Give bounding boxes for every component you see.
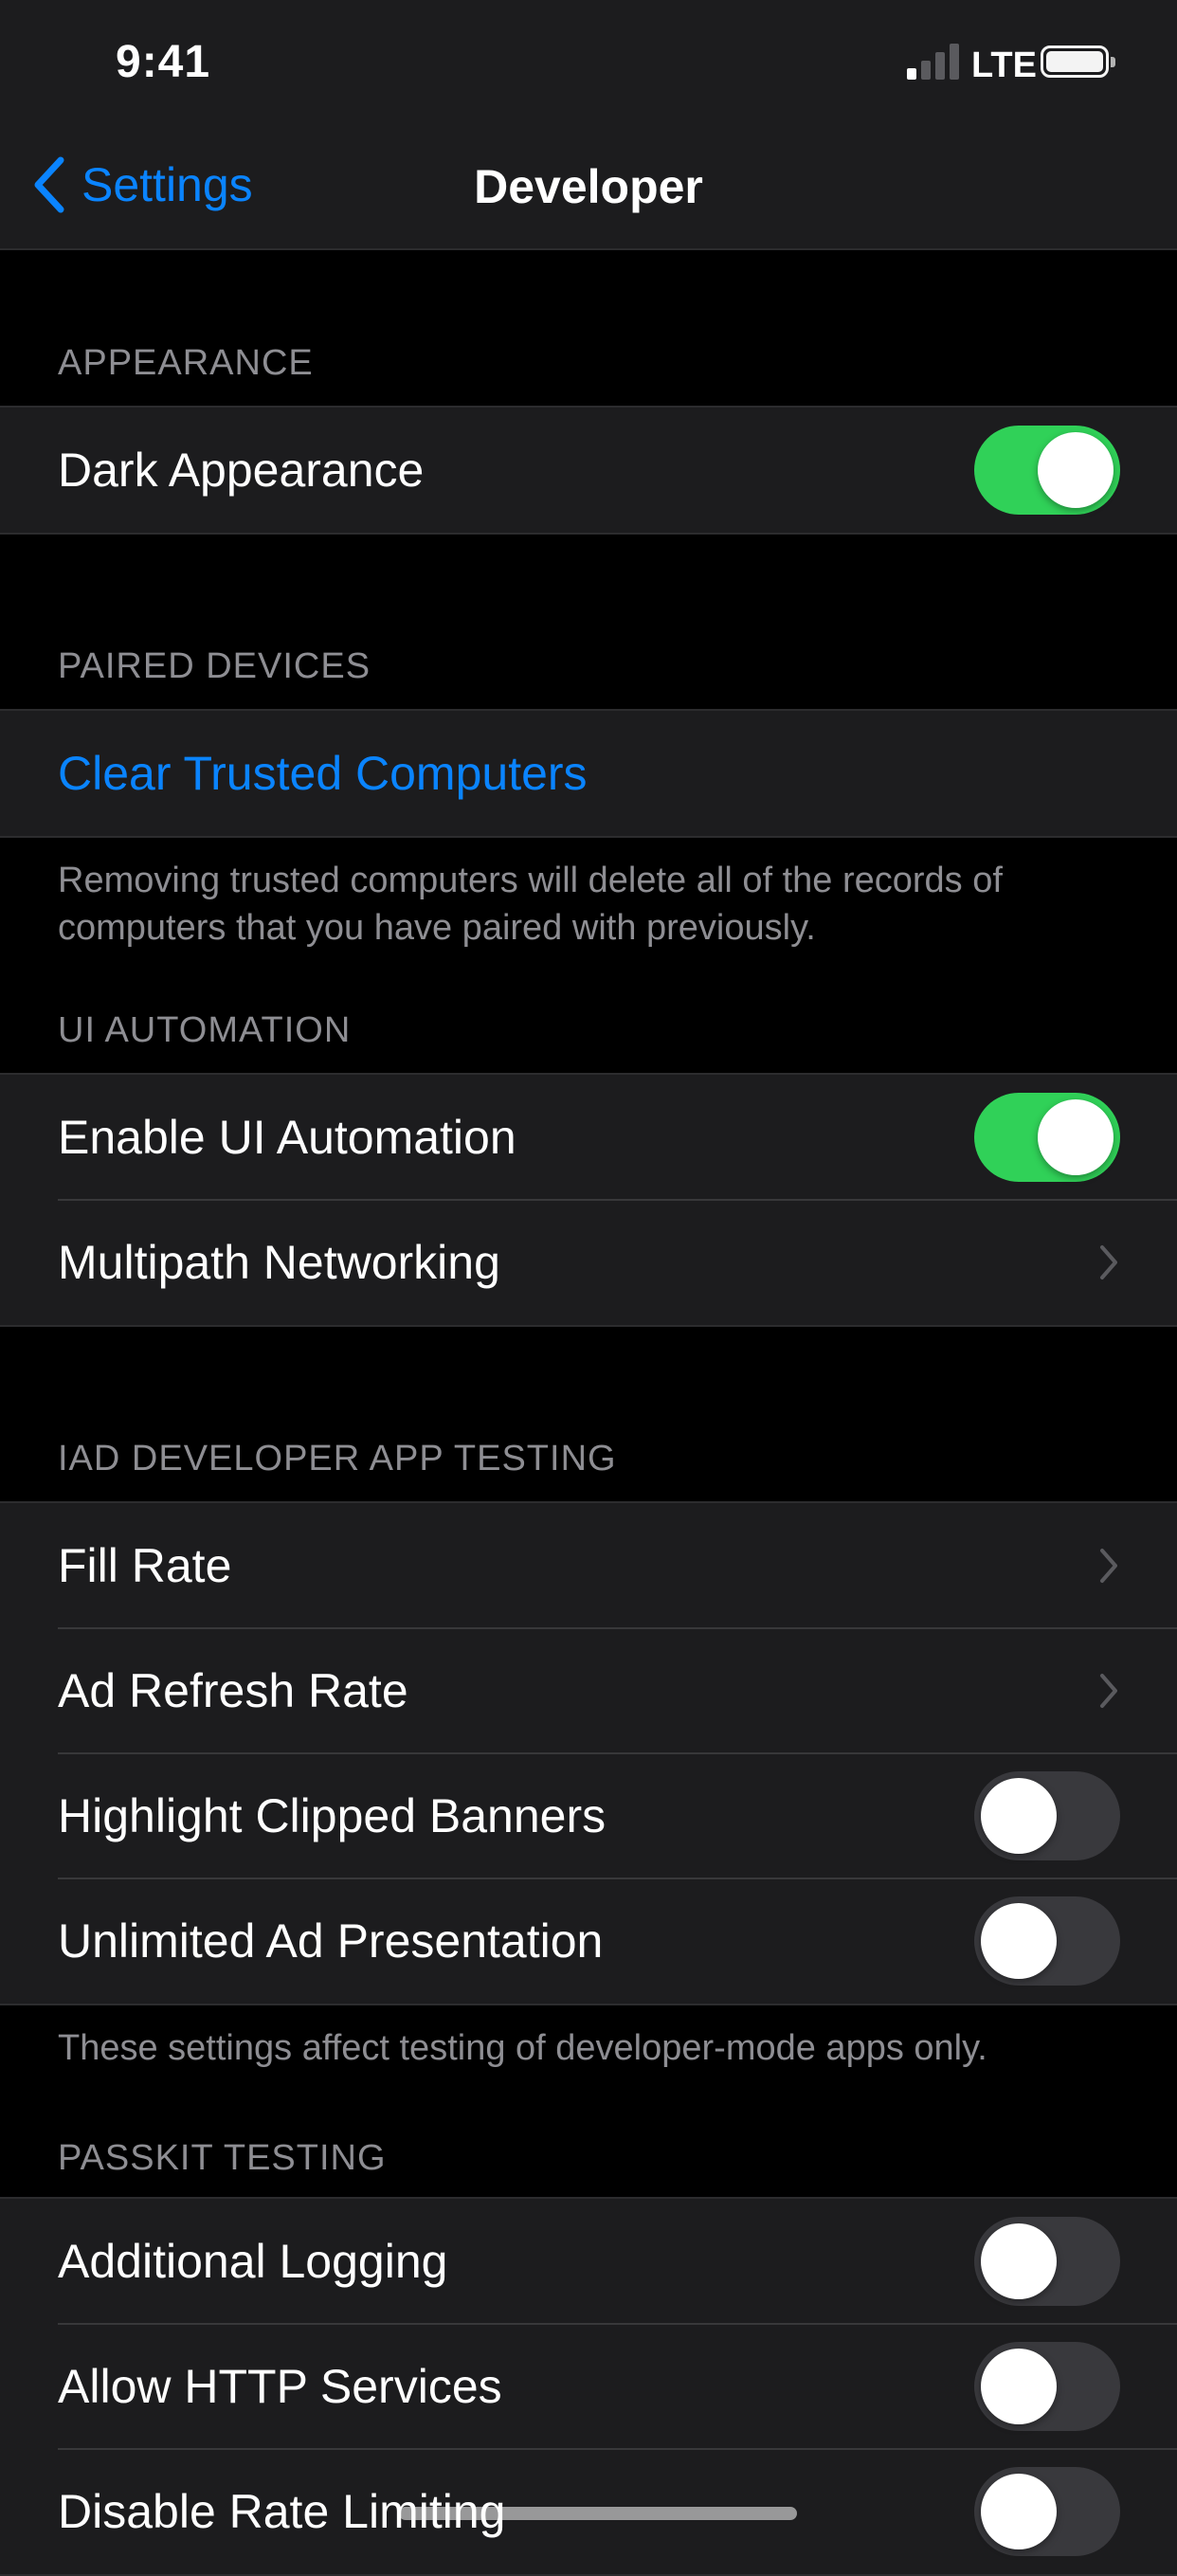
- unlimited-ad-presentation-toggle[interactable]: [974, 1896, 1120, 1986]
- status-time: 9:41: [116, 37, 211, 87]
- back-button-label: Settings: [81, 158, 253, 211]
- row-label: Unlimited Ad Presentation: [58, 1914, 604, 1968]
- row-enable-ui-automation[interactable]: Enable UI Automation: [0, 1075, 1177, 1200]
- highlight-clipped-banners-toggle[interactable]: [974, 1771, 1120, 1860]
- row-allow-http-services[interactable]: Allow HTTP Services: [0, 2323, 1177, 2449]
- row-unlimited-ad-presentation[interactable]: Unlimited Ad Presentation: [0, 1878, 1177, 2004]
- row-additional-logging[interactable]: Additional Logging: [0, 2199, 1177, 2324]
- group-appearance: Dark Appearance: [0, 406, 1177, 535]
- additional-logging-toggle[interactable]: [974, 2217, 1120, 2306]
- chevron-right-icon: [1100, 1549, 1117, 1583]
- row-ad-refresh-rate[interactable]: Ad Refresh Rate: [0, 1627, 1177, 1753]
- section-footer-paired-devices: Removing trusted computers will delete a…: [58, 861, 1003, 948]
- row-fill-rate[interactable]: Fill Rate: [0, 1503, 1177, 1628]
- row-multipath-networking[interactable]: Multipath Networking: [0, 1199, 1177, 1325]
- navigation-bar: Developer Settings: [0, 125, 1177, 250]
- chevron-left-icon: [34, 156, 64, 213]
- row-highlight-clipped-banners[interactable]: Highlight Clipped Banners: [0, 1752, 1177, 1878]
- group-iad-testing: Fill Rate Ad Refresh Rate Highlight Clip…: [0, 1501, 1177, 2005]
- section-header-iad-testing: IAD DEVELOPER APP TESTING: [58, 1439, 617, 1478]
- row-label: Allow HTTP Services: [58, 2360, 502, 2413]
- section-footer-iad-testing: These settings affect testing of develop…: [58, 2028, 987, 2068]
- row-label: Additional Logging: [58, 2235, 448, 2288]
- section-header-passkit-testing: PASSKIT TESTING: [58, 2138, 387, 2178]
- home-indicator[interactable]: [399, 2507, 797, 2520]
- enable-ui-automation-toggle[interactable]: [974, 1093, 1120, 1182]
- row-label: Fill Rate: [58, 1539, 232, 1592]
- back-button[interactable]: Settings: [28, 152, 253, 218]
- allow-http-services-toggle[interactable]: [974, 2342, 1120, 2431]
- row-label: Enable UI Automation: [58, 1111, 516, 1164]
- section-header-appearance: APPEARANCE: [58, 343, 314, 383]
- network-type-label: LTE: [971, 45, 1037, 85]
- section-header-paired-devices: PAIRED DEVICES: [58, 646, 371, 686]
- clear-trusted-computers-button[interactable]: Clear Trusted Computers: [0, 711, 1177, 836]
- row-label: Highlight Clipped Banners: [58, 1789, 607, 1842]
- row-label: Multipath Networking: [58, 1236, 500, 1289]
- dark-appearance-toggle[interactable]: [974, 426, 1120, 515]
- row-label: Dark Appearance: [58, 444, 425, 497]
- chevron-right-icon: [1100, 1245, 1117, 1279]
- status-bar: 9:41 LTE: [0, 0, 1177, 125]
- row-label: Ad Refresh Rate: [58, 1664, 408, 1717]
- cellular-signal-icon: [907, 42, 962, 80]
- row-label: Clear Trusted Computers: [58, 747, 588, 800]
- section-header-ui-automation: UI AUTOMATION: [58, 1010, 352, 1050]
- group-ui-automation: Enable UI Automation Multipath Networkin…: [0, 1073, 1177, 1327]
- disable-rate-limiting-toggle[interactable]: [974, 2467, 1120, 2556]
- chevron-right-icon: [1100, 1674, 1117, 1708]
- row-dark-appearance[interactable]: Dark Appearance: [0, 408, 1177, 533]
- battery-icon: [1041, 45, 1115, 78]
- group-paired-devices: Clear Trusted Computers: [0, 709, 1177, 838]
